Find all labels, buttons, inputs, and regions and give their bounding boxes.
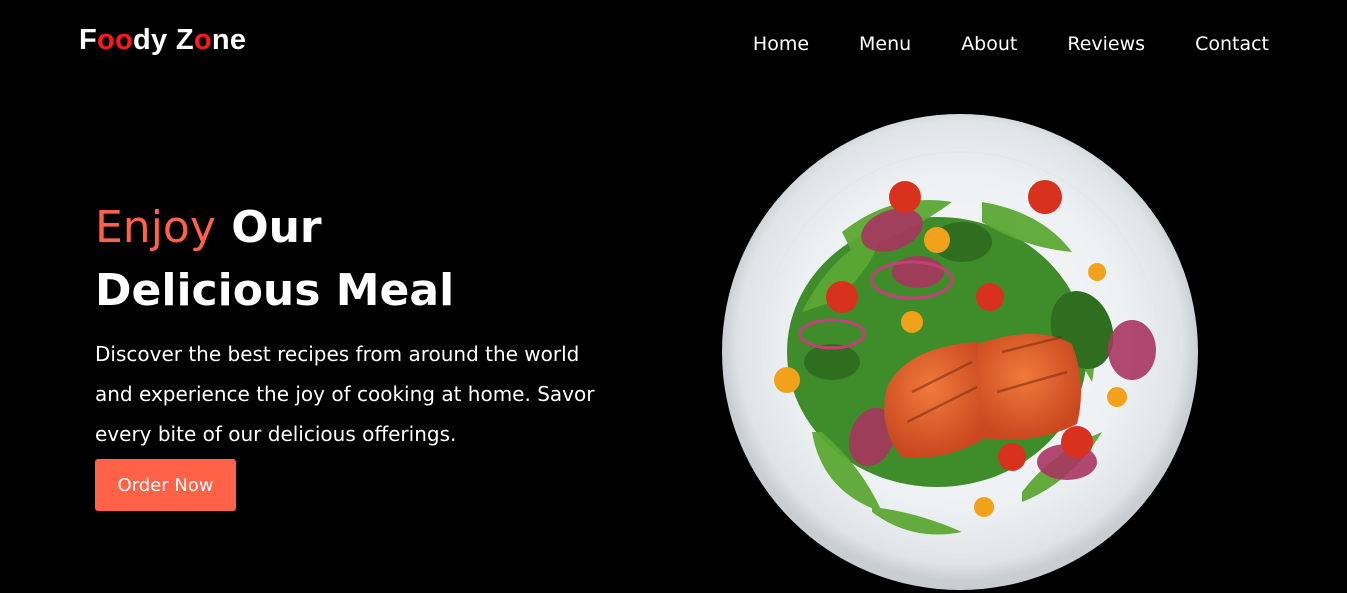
- main-nav: Home Menu About Reviews Contact: [753, 32, 1269, 56]
- brand-logo[interactable]: Foody Zone: [79, 22, 246, 58]
- nav-link-about[interactable]: About: [961, 32, 1017, 56]
- nav-link-menu[interactable]: Menu: [859, 32, 911, 56]
- brand-part: F: [79, 24, 98, 56]
- nav-link-contact[interactable]: Contact: [1195, 32, 1269, 56]
- food-plate-image: [722, 112, 1212, 593]
- nav-link-home[interactable]: Home: [753, 32, 809, 56]
- order-now-button[interactable]: Order Now: [95, 459, 236, 511]
- brand-part: oo: [97, 24, 134, 56]
- hero-title-accent: Enjoy: [95, 202, 216, 253]
- hero-title: Enjoy Our Delicious Meal: [95, 196, 615, 322]
- brand-part: o: [193, 24, 212, 56]
- hero-title-rest: Our: [231, 202, 322, 253]
- brand-part: ne: [211, 24, 247, 56]
- brand-part: dy Z: [133, 24, 194, 56]
- hero-title-line2: Delicious Meal: [95, 265, 455, 316]
- hero-section: Enjoy Our Delicious Meal Discover the be…: [95, 196, 615, 454]
- hero-description: Discover the best recipes from around th…: [95, 342, 595, 446]
- nav-link-reviews[interactable]: Reviews: [1067, 32, 1145, 56]
